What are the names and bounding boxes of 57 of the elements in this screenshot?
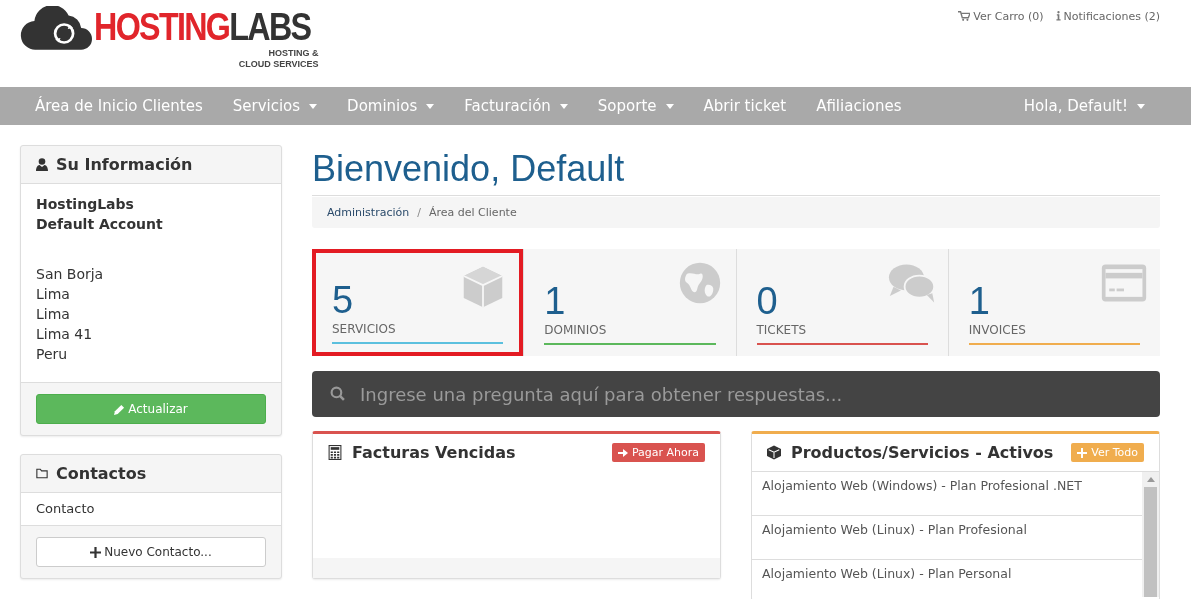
logo-tagline: CLOUD SERVICES bbox=[238, 59, 319, 70]
stat-tile[interactable]: 1 DOMINIOS bbox=[523, 249, 736, 356]
panel-title: Contactos bbox=[56, 464, 147, 483]
caret-icon bbox=[1137, 103, 1145, 109]
caret-icon bbox=[426, 103, 435, 109]
company-name: HostingLabs bbox=[36, 195, 135, 214]
stat-count: 5 bbox=[332, 280, 354, 320]
breadcrumb-separator: / bbox=[417, 206, 421, 219]
address-line: Lima bbox=[36, 285, 71, 304]
plus-icon bbox=[1077, 447, 1088, 458]
stat-tile[interactable]: 1 INVOICES bbox=[947, 249, 1160, 356]
panel-title: Productos/Servicios - Activos bbox=[791, 443, 1055, 462]
stat-count: 1 bbox=[968, 281, 990, 321]
account-name: Default Account bbox=[36, 215, 164, 234]
caret-icon bbox=[559, 103, 568, 109]
search-field[interactable]: Ingrese una pregunta aquí para obtener respuestas... bbox=[312, 371, 1160, 417]
stat-label: INVOICES bbox=[968, 323, 1027, 337]
notifications-link[interactable]: Notificaciones (2) bbox=[1055, 9, 1160, 23]
info-icon bbox=[1055, 10, 1061, 22]
caret-icon bbox=[665, 103, 674, 109]
cloud-logo-icon bbox=[20, 6, 92, 52]
scrollbar-thumb[interactable] bbox=[1144, 487, 1157, 597]
panel-title: Facturas Vencidas bbox=[352, 443, 517, 462]
stat-count: 1 bbox=[544, 281, 566, 321]
folder-icon bbox=[36, 467, 48, 480]
arrow-right-icon bbox=[617, 447, 628, 458]
logo-tagline: HOSTING & bbox=[268, 48, 319, 59]
caret-icon bbox=[309, 103, 318, 109]
scroll-up-icon bbox=[1146, 477, 1155, 482]
pencil-icon bbox=[114, 403, 126, 415]
stat-tile[interactable]: 0 TICKETS bbox=[735, 249, 948, 356]
breadcrumb-item[interactable]: Administración bbox=[327, 206, 410, 219]
user-icon bbox=[36, 158, 48, 171]
panel-title: Su Información bbox=[56, 155, 193, 174]
search-icon bbox=[330, 386, 345, 401]
stat-label: SERVICIOS bbox=[332, 322, 397, 336]
address-line: Peru bbox=[36, 345, 69, 364]
pay-now-button[interactable]: Pagar Ahora bbox=[611, 443, 705, 462]
notifications-link[interactable]: Ver Carro (0) bbox=[958, 9, 1044, 23]
breadcrumb-item: Área del Cliente bbox=[428, 206, 517, 219]
cube-icon bbox=[767, 445, 781, 460]
cart-icon bbox=[958, 10, 971, 22]
stat-label: DOMINIOS bbox=[544, 323, 608, 337]
contact-item[interactable]: Contacto bbox=[21, 493, 281, 526]
address-line: Lima bbox=[36, 305, 71, 324]
address-line: San Borja bbox=[36, 265, 105, 284]
scrollbar[interactable] bbox=[1142, 472, 1159, 597]
stat-label: TICKETS bbox=[756, 323, 808, 337]
stat-count: 0 bbox=[756, 281, 778, 321]
calculator-icon bbox=[328, 445, 342, 460]
brand-logo: HOSTINGLABS bbox=[94, 6, 311, 48]
plus-icon bbox=[90, 546, 102, 558]
page-title: Bienvenido, Default bbox=[312, 145, 1160, 196]
new-contact-button[interactable]: Nuevo Contacto... bbox=[36, 537, 266, 567]
product-list-item[interactable]: Alojamiento Web (Windows) - Plan Profesional .NET bbox=[752, 472, 1142, 516]
address-line: Lima 41 bbox=[36, 325, 94, 344]
stat-tile[interactable]: 5 SERVICIOS bbox=[312, 249, 524, 356]
